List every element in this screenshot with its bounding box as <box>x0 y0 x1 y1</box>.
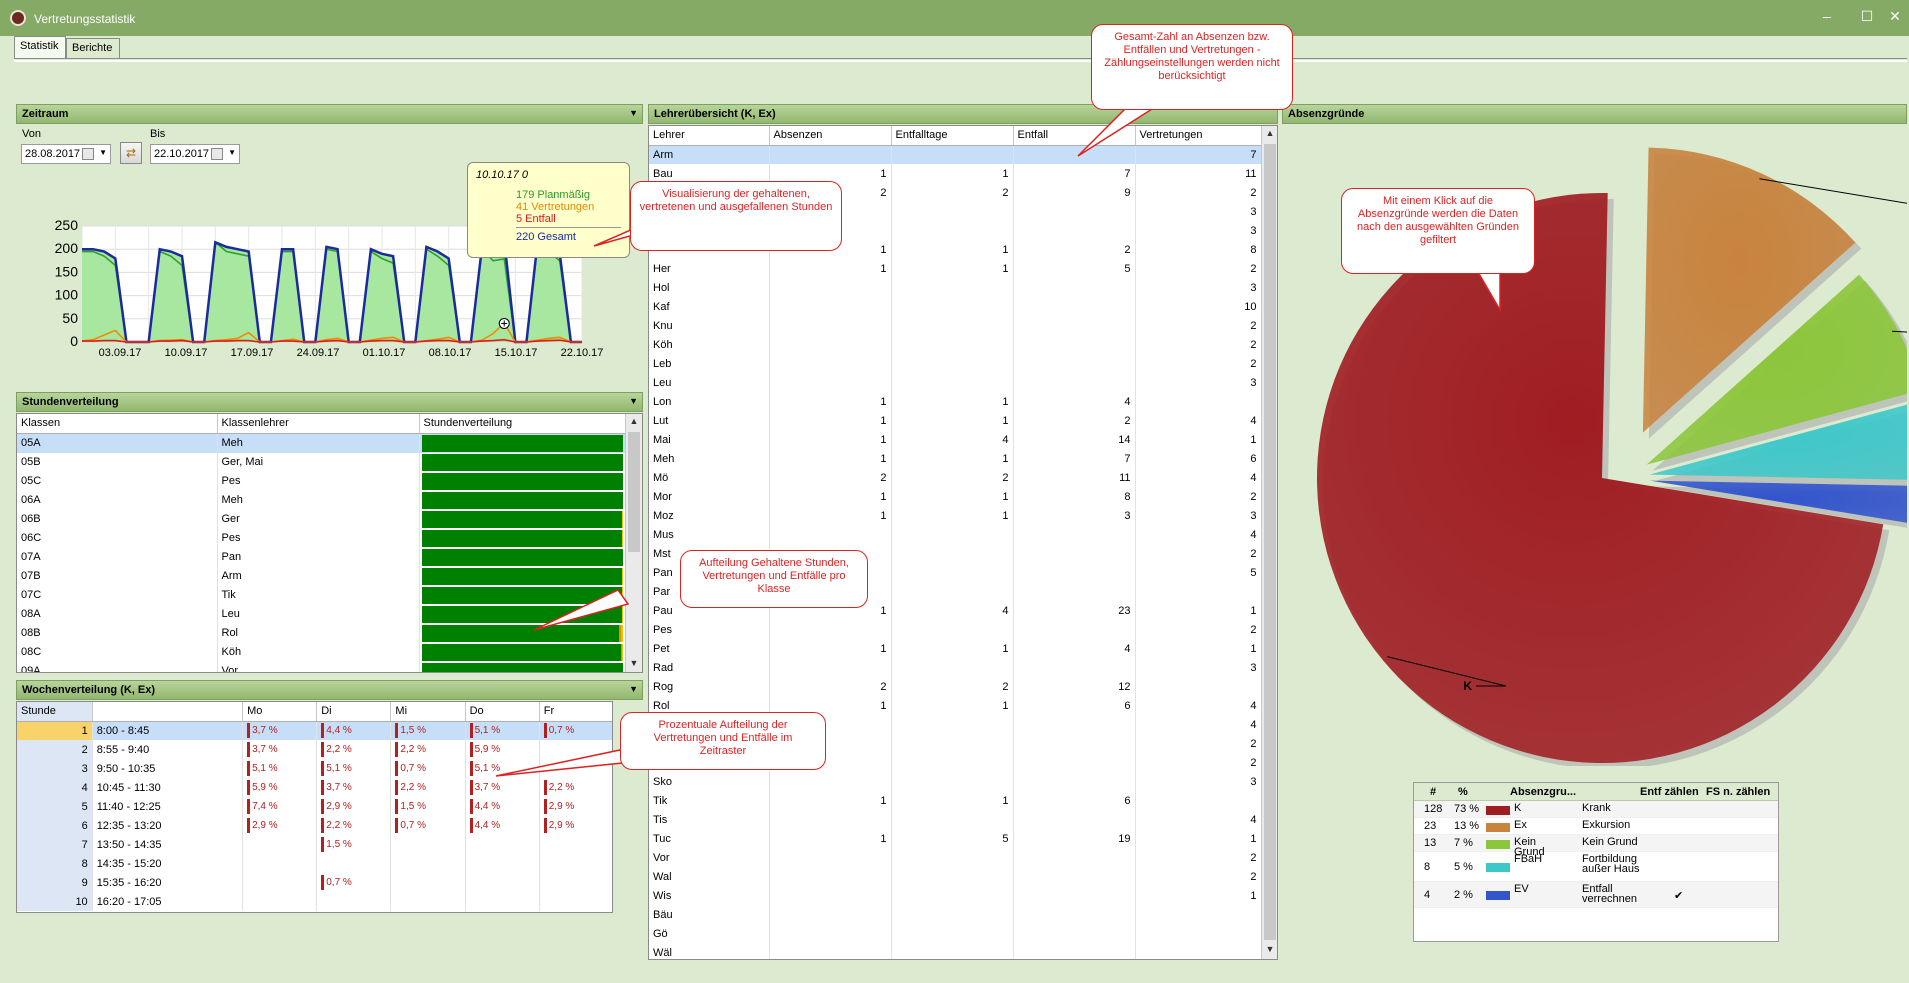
callout-visual: Visualisierung der gehaltenen, vertreten… <box>630 181 842 251</box>
callout-leaders <box>495 103 1501 777</box>
callout-klick: Mit einem Klick auf die Absenzgründe wer… <box>1341 188 1535 274</box>
callout-aufteilung: Aufteilung Gehaltene Stunden, Vertretung… <box>680 550 868 608</box>
callout-prozent: Prozentuale Aufteilung der Vertretungen … <box>620 712 826 770</box>
callout-gesamt: Gesamt-Zahl an Absenzen bzw. Entfällen u… <box>1091 24 1293 110</box>
